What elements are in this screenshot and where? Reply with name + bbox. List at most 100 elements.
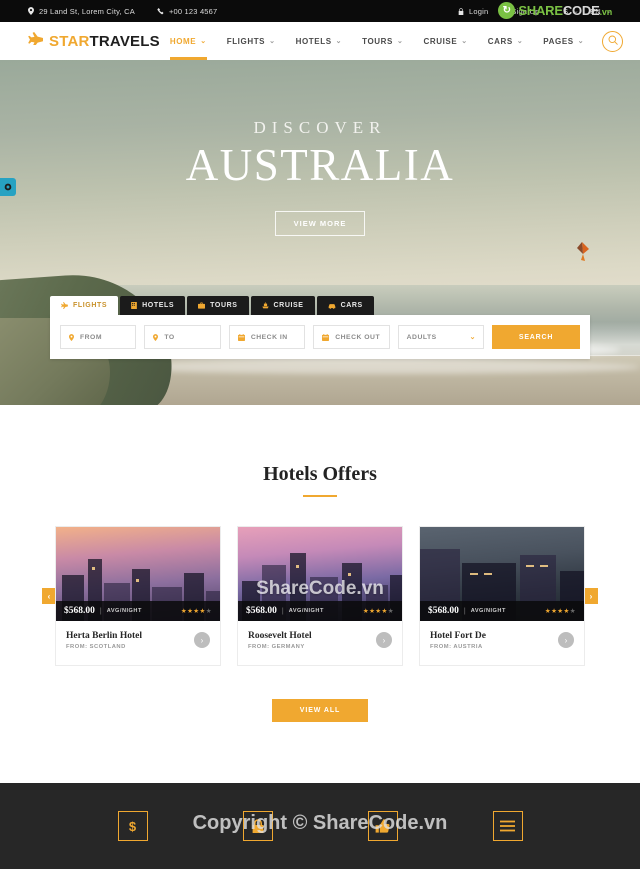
currency-selector[interactable]: $ ⌄ bbox=[564, 7, 579, 16]
hotel-price: $568.00 bbox=[64, 606, 95, 616]
chevron-down-icon: ⌄ bbox=[516, 37, 524, 45]
hotel-card[interactable]: $568.00 | AVG/NIGHT ★★★★★ Herta Berlin H… bbox=[55, 526, 221, 666]
hotel-card[interactable]: $568.00 | AVG/NIGHT ★★★★★ Hotel Fort De … bbox=[419, 526, 585, 666]
hotel-card-body: Roosevelt Hotel FROM: GERMANY › bbox=[238, 621, 402, 665]
top-bar-account-group: Login Sign Up | $ ⌄ EN ⌄ bbox=[458, 7, 612, 16]
checkout-input[interactable]: CHECK OUT bbox=[313, 325, 390, 349]
to-input[interactable]: TO bbox=[144, 325, 221, 349]
carousel-prev-button[interactable]: ‹ bbox=[42, 588, 56, 604]
nav-label: CRUISE bbox=[423, 36, 458, 46]
tab-label: FLIGHTS bbox=[73, 302, 108, 309]
nav-label: HOME bbox=[169, 36, 197, 46]
view-all-wrapper: VIEW ALL bbox=[0, 699, 640, 722]
chevron-down-icon: ⌄ bbox=[200, 37, 207, 45]
nav-item-home[interactable]: HOME ⌄ bbox=[160, 22, 217, 60]
site-logo[interactable]: STARTRAVELS bbox=[28, 32, 160, 50]
logo-text: STARTRAVELS bbox=[49, 33, 160, 50]
to-input-text: TO bbox=[164, 333, 175, 341]
menu-icon[interactable] bbox=[492, 811, 523, 841]
tab-label: CARS bbox=[340, 302, 363, 309]
language-selector[interactable]: EN ⌄ bbox=[590, 7, 612, 16]
tab-label: HOTELS bbox=[142, 302, 175, 309]
hotel-origin: FROM: AUSTRIA bbox=[430, 644, 483, 650]
logo-text-first: STAR bbox=[49, 32, 90, 50]
checkin-input-text: CHECK IN bbox=[250, 333, 288, 341]
top-bar-contact-group: 29 Land St, Lorem City, CA +00 123 4567 bbox=[28, 7, 217, 16]
nav-item-tours[interactable]: TOURS ⌄ bbox=[352, 22, 413, 60]
nav-label: TOURS bbox=[362, 36, 393, 46]
view-all-button[interactable]: VIEW ALL bbox=[271, 699, 369, 722]
hero-title: AUSTRALIA bbox=[185, 140, 455, 190]
price-separator: | bbox=[99, 607, 102, 615]
hotel-card-price-bar: $568.00 | AVG/NIGHT ★★★★★ bbox=[238, 601, 402, 621]
currency-label: $ bbox=[563, 6, 569, 16]
from-input[interactable]: FROM bbox=[60, 325, 137, 349]
search-submit-button[interactable]: SEARCH bbox=[492, 325, 581, 349]
signup-link[interactable]: Sign Up bbox=[499, 7, 539, 16]
hero-view-more-button[interactable]: VIEW MORE bbox=[274, 211, 366, 237]
hotel-price: $568.00 bbox=[428, 606, 459, 616]
lock-icon[interactable] bbox=[242, 811, 273, 841]
nav-item-hotels[interactable]: HOTELS ⌄ bbox=[286, 22, 353, 60]
adults-select-value: ADULTS bbox=[406, 333, 437, 341]
hotel-card-price-bar: $568.00 | AVG/NIGHT ★★★★★ bbox=[56, 601, 220, 621]
tab-cruise[interactable]: CRUISE bbox=[250, 296, 315, 315]
search-toggle-button[interactable] bbox=[602, 30, 624, 52]
tab-hotels[interactable]: HOTELS bbox=[120, 296, 186, 315]
ship-icon bbox=[261, 302, 269, 309]
side-social-badge[interactable] bbox=[0, 178, 16, 196]
price-separator: | bbox=[463, 607, 466, 615]
language-label: EN bbox=[590, 6, 601, 16]
hotel-rating-stars: ★★★★★ bbox=[180, 608, 212, 615]
checkin-input[interactable]: CHECK IN bbox=[228, 325, 306, 349]
hotel-name: Hotel Fort De bbox=[430, 631, 486, 641]
address-item: 29 Land St, Lorem City, CA bbox=[28, 7, 135, 16]
hotel-card-image: $568.00 | AVG/NIGHT ★★★★★ bbox=[56, 527, 220, 621]
hotel-card[interactable]: $568.00 | AVG/NIGHT ★★★★★ Roosevelt Hote… bbox=[237, 526, 403, 666]
hotel-card-image: $568.00 | AVG/NIGHT ★★★★★ bbox=[420, 527, 584, 621]
nav-item-cruise[interactable]: CRUISE ⌄ bbox=[413, 22, 477, 60]
hotel-details-button[interactable]: › bbox=[194, 632, 210, 648]
login-link[interactable]: Login bbox=[458, 7, 488, 16]
chevron-down-icon: ⌄ bbox=[573, 7, 580, 15]
chevron-down-icon: ⌄ bbox=[461, 37, 468, 45]
search-form-panel: FROM TO CHECK IN CHECK OUT ADULTS ⌄ SEAR… bbox=[50, 315, 590, 359]
hotel-card-image: $568.00 | AVG/NIGHT ★★★★★ bbox=[238, 527, 402, 621]
price-separator: | bbox=[281, 607, 284, 615]
hotel-details-button[interactable]: › bbox=[558, 632, 574, 648]
nav-label: PAGES bbox=[543, 36, 574, 46]
carousel-next-button[interactable]: › bbox=[584, 588, 598, 604]
search-icon bbox=[608, 32, 618, 50]
location-pin-icon bbox=[69, 333, 74, 341]
from-input-text: FROM bbox=[80, 333, 103, 341]
tab-flights[interactable]: FLIGHTS bbox=[50, 296, 119, 315]
nav-item-cars[interactable]: CARS ⌄ bbox=[478, 22, 534, 60]
section-title: Hotels Offers bbox=[263, 463, 377, 485]
adults-select[interactable]: ADULTS ⌄ bbox=[397, 325, 485, 349]
hotel-icon bbox=[131, 302, 138, 309]
tab-tours[interactable]: TOURS bbox=[187, 296, 249, 315]
tab-label: TOURS bbox=[210, 302, 238, 309]
hero-subtitle: DISCOVER bbox=[253, 118, 387, 137]
nav-item-pages[interactable]: PAGES ⌄ bbox=[533, 22, 594, 60]
chevron-down-icon: ⌄ bbox=[269, 37, 276, 45]
lock-icon bbox=[458, 7, 464, 15]
page-root: 29 Land St, Lorem City, CA +00 123 4567 … bbox=[0, 0, 640, 869]
checkout-input-text: CHECK OUT bbox=[335, 333, 381, 341]
login-label: Login bbox=[469, 6, 489, 16]
dollar-icon[interactable]: $ bbox=[117, 811, 148, 841]
airplane-icon bbox=[28, 32, 43, 50]
calendar-icon bbox=[237, 333, 245, 341]
price-unit: AVG/NIGHT bbox=[470, 608, 506, 614]
hotel-details-button[interactable]: › bbox=[376, 632, 392, 648]
plane-icon bbox=[61, 302, 68, 309]
top-bar: 29 Land St, Lorem City, CA +00 123 4567 … bbox=[0, 0, 640, 22]
hotel-rating-stars: ★★★★★ bbox=[544, 608, 576, 615]
nav-item-flights[interactable]: FLIGHTS ⌄ bbox=[217, 22, 286, 60]
search-widget: FLIGHTS HOTELS TOURS CRUISE CARS FROM TO… bbox=[50, 296, 590, 359]
tab-cars[interactable]: CARS bbox=[316, 296, 374, 315]
chevron-down-icon: ⌄ bbox=[335, 37, 343, 45]
svg-text:$: $ bbox=[129, 819, 137, 834]
thumbs-up-icon[interactable] bbox=[367, 811, 398, 841]
chevron-down-icon: ⌄ bbox=[577, 37, 585, 45]
